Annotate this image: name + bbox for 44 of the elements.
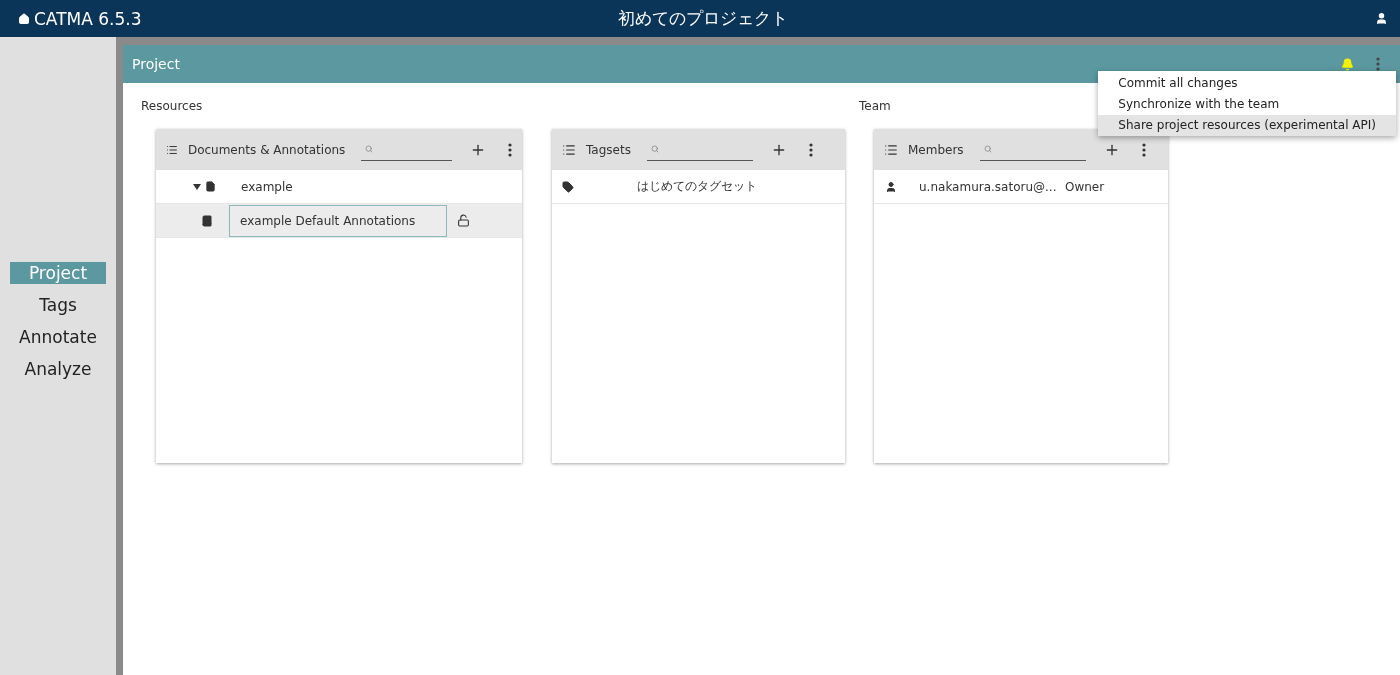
list-icon	[562, 142, 576, 157]
home-icon	[18, 12, 30, 25]
more-icon	[1376, 57, 1380, 71]
sidebar-item[interactable]: Annotate	[10, 326, 106, 348]
collection-row[interactable]: example Default Annotations	[156, 204, 522, 238]
unlock-button[interactable]	[457, 214, 470, 227]
document-name[interactable]: example	[230, 170, 448, 203]
section-label: Team	[859, 99, 891, 113]
member-name: u.nakamura.satoru@...	[919, 179, 1058, 194]
member-role: Owner	[1065, 179, 1105, 194]
card-title: Tagsets	[586, 142, 631, 157]
collection-name[interactable]: example Default Annotations	[229, 204, 447, 237]
user-icon	[1375, 12, 1388, 25]
list-icon	[884, 142, 898, 157]
search-icon	[983, 145, 992, 153]
project-title: 初めてのプロジェクト	[618, 7, 788, 30]
bell-button[interactable]	[1341, 57, 1354, 71]
menu-item[interactable]: Commit all changes	[1098, 73, 1396, 94]
bell-icon	[1341, 57, 1354, 71]
more-button[interactable]	[1141, 142, 1146, 157]
menu-item[interactable]: Synchronize with the team	[1098, 94, 1396, 115]
menu-item[interactable]: Share project resources (experimental API)	[1098, 115, 1396, 136]
more-icon	[1141, 142, 1146, 157]
document-row[interactable]: example	[156, 170, 522, 204]
card-title: Members	[908, 142, 964, 157]
sidebar-item[interactable]: Tags	[10, 294, 106, 316]
book-icon	[201, 214, 213, 227]
document-icon	[205, 181, 216, 192]
sidebar-item[interactable]: Analyze	[10, 358, 106, 380]
user-icon	[885, 180, 897, 193]
user-button[interactable]	[1375, 12, 1388, 25]
caret-icon[interactable]	[193, 183, 201, 190]
search-icon	[650, 145, 659, 153]
more-icon	[508, 142, 512, 157]
card-title: Documents & Annotations	[187, 142, 346, 157]
more-button[interactable]	[808, 142, 813, 157]
more-button[interactable]	[508, 142, 512, 157]
search-icon	[365, 145, 374, 153]
panel-title: Project	[132, 56, 181, 72]
tagset-name[interactable]: はじめてのタグセット	[637, 178, 757, 195]
app-name[interactable]: CATMA 6.5.3	[34, 8, 142, 29]
more-icon	[808, 142, 813, 157]
tag-icon	[562, 180, 574, 193]
section-label: Resources	[141, 99, 203, 113]
